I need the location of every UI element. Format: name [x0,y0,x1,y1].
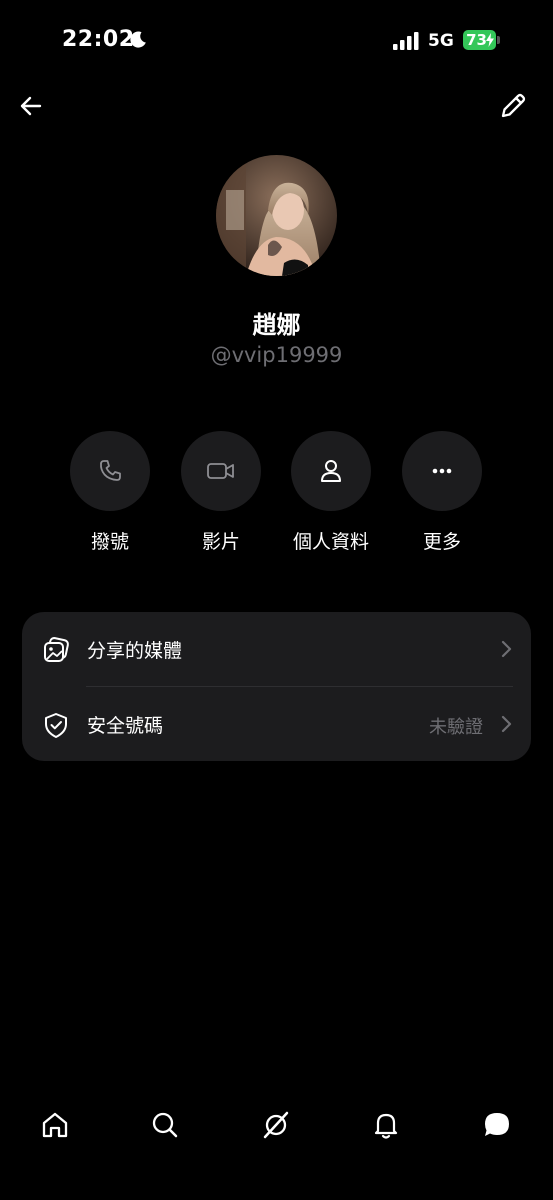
more-icon [432,468,452,474]
settings-list: 分享的媒體 安全號碼 未驗證 [22,612,531,761]
verification-status: 未驗證 [429,717,483,738]
call-label: 撥號 [90,531,129,553]
profile-name: 趙娜 [252,311,301,339]
more-button[interactable]: 更多 [387,431,497,561]
video-label: 影片 [201,531,240,553]
home-icon[interactable] [38,1108,72,1142]
list-item-safety-number[interactable]: 安全號碼 未驗證 [22,687,531,761]
bell-icon[interactable] [369,1108,403,1142]
battery-level: 73 [466,31,487,49]
signal-icon [393,32,419,50]
status-bar: 22:02 5G 73 [0,0,553,80]
back-button[interactable] [14,89,48,123]
profile-handle: @vvip19999 [210,343,343,367]
chevron-right-icon [501,640,512,658]
list-item-label: 分享的媒體 [87,640,183,662]
list-item-label: 安全號碼 [87,715,164,737]
shield-icon [45,713,67,738]
call-button[interactable]: 撥號 [55,431,165,561]
video-icon [207,463,234,479]
list-item-shared-media[interactable]: 分享的媒體 [22,612,531,687]
grok-icon[interactable] [259,1108,293,1142]
avatar-image [216,155,337,276]
bottom-tab-bar [0,1095,553,1165]
chevron-right-icon [501,715,512,733]
profile-info-button[interactable]: 個人資料 [276,431,386,561]
chat-icon[interactable] [480,1108,514,1142]
video-button[interactable]: 影片 [166,431,276,561]
network-label: 5G [428,31,454,51]
more-label: 更多 [422,531,461,553]
edit-button[interactable] [496,89,530,123]
phone-icon [100,460,121,481]
media-icon [44,637,69,662]
battery-icon: 73 [463,30,501,50]
charging-bolt-icon [486,33,494,47]
avatar[interactable] [216,155,337,276]
pencil-icon [501,93,526,118]
status-time: 22:02 [62,27,135,52]
moon-icon [130,31,146,48]
search-icon[interactable] [148,1108,182,1142]
person-icon [321,460,341,482]
profile-info-label: 個人資料 [292,531,369,553]
